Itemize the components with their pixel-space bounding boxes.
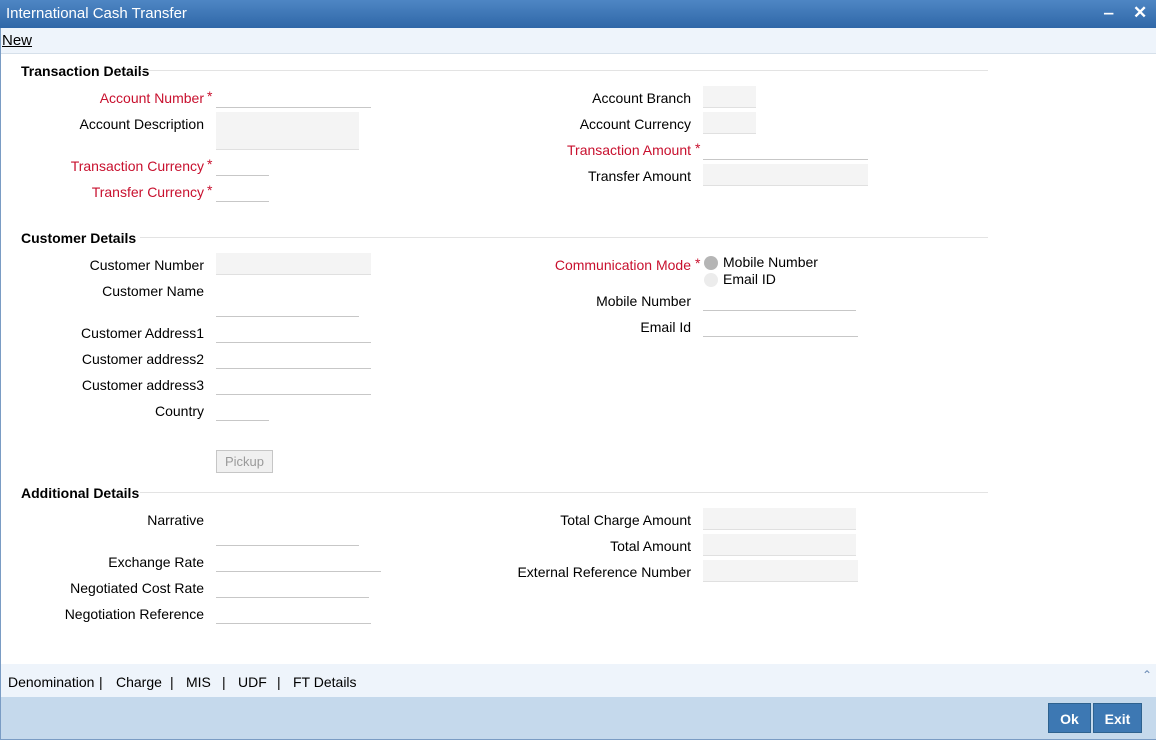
window-title: International Cash Transfer <box>6 5 187 22</box>
mobile-number-radio-label: Mobile Number <box>723 254 818 270</box>
required-marker: * <box>695 140 701 156</box>
account-number-label: Account Number <box>99 90 204 106</box>
mobile-number-radio[interactable] <box>704 256 718 270</box>
tab-charge[interactable]: Charge <box>116 674 162 690</box>
account-currency-field <box>703 112 756 134</box>
account-branch-field <box>703 86 756 108</box>
menu-bar: New <box>0 28 1156 54</box>
email-id-radio[interactable] <box>704 273 718 287</box>
account-description-label: Account Description <box>79 116 204 132</box>
required-marker: * <box>695 255 701 271</box>
new-link[interactable]: New <box>2 32 32 49</box>
total-charge-amount-field <box>703 508 856 530</box>
transaction-amount-input[interactable] <box>703 138 868 160</box>
required-marker: * <box>207 88 213 104</box>
tab-denomination[interactable]: Denomination <box>8 674 94 690</box>
transaction-amount-label: Transaction Amount <box>567 142 691 158</box>
account-description-field <box>216 112 359 150</box>
total-amount-label: Total Amount <box>610 538 691 554</box>
required-marker: * <box>207 156 213 172</box>
transfer-currency-label: Transfer Currency <box>91 184 204 200</box>
total-amount-field <box>703 534 856 556</box>
section-additional-details: Additional Details <box>21 485 140 501</box>
divider <box>140 492 988 493</box>
total-charge-amount-label: Total Charge Amount <box>560 512 691 528</box>
tab-ft-details[interactable]: FT Details <box>293 674 357 690</box>
tab-separator: | <box>222 674 226 690</box>
tab-bar: Denomination | Charge | MIS | UDF | FT D… <box>0 664 1156 697</box>
tab-mis[interactable]: MIS <box>186 674 211 690</box>
collapse-chevron-icon[interactable]: ⌃ <box>1142 668 1152 682</box>
account-branch-label: Account Branch <box>592 90 691 106</box>
window-titlebar: International Cash Transfer ‒ ✕ <box>0 0 1156 28</box>
email-id-radio-label: Email ID <box>723 271 776 287</box>
tab-separator: | <box>99 674 103 690</box>
tab-separator: | <box>277 674 281 690</box>
negotiated-cost-rate-input[interactable] <box>216 576 369 598</box>
ok-button[interactable]: Ok <box>1048 703 1091 733</box>
account-currency-label: Account Currency <box>579 116 691 132</box>
transfer-currency-input[interactable] <box>216 180 269 202</box>
customer-address1-label: Customer Address1 <box>81 325 204 341</box>
divider <box>140 237 988 238</box>
customer-name-input[interactable] <box>216 295 359 317</box>
close-icon[interactable]: ✕ <box>1133 3 1147 23</box>
pickup-button[interactable]: Pickup <box>216 450 273 473</box>
customer-address2-label: Customer address2 <box>81 351 204 367</box>
customer-address1-input[interactable] <box>216 321 371 343</box>
mobile-number-label: Mobile Number <box>596 293 691 309</box>
section-transaction-details: Transaction Details <box>21 63 150 79</box>
exchange-rate-label: Exchange Rate <box>108 554 204 570</box>
minimize-icon[interactable]: ‒ <box>1104 3 1113 23</box>
exit-button[interactable]: Exit <box>1093 703 1142 733</box>
external-reference-number-label: External Reference Number <box>517 564 691 580</box>
transfer-amount-label: Transfer Amount <box>588 168 691 184</box>
email-id-input[interactable] <box>703 315 858 337</box>
external-reference-number-field <box>703 560 858 582</box>
transaction-currency-input[interactable] <box>216 154 269 176</box>
customer-address2-input[interactable] <box>216 347 371 369</box>
footer-bar: Ok Exit <box>0 697 1156 740</box>
customer-address3-input[interactable] <box>216 373 371 395</box>
tab-udf[interactable]: UDF <box>238 674 267 690</box>
customer-name-label: Customer Name <box>102 283 204 299</box>
narrative-input[interactable] <box>216 524 359 546</box>
customer-number-field <box>216 253 371 275</box>
required-marker: * <box>207 182 213 198</box>
tab-separator: | <box>170 674 174 690</box>
exchange-rate-input[interactable] <box>216 550 381 572</box>
account-number-input[interactable] <box>216 86 371 108</box>
email-id-label: Email Id <box>640 319 691 335</box>
negotiation-reference-input[interactable] <box>216 602 371 624</box>
section-customer-details: Customer Details <box>21 230 137 246</box>
negotiation-reference-label: Negotiation Reference <box>64 606 204 622</box>
communication-mode-label: Communication Mode <box>554 257 691 273</box>
transaction-currency-label: Transaction Currency <box>70 158 204 174</box>
customer-address3-label: Customer address3 <box>81 377 204 393</box>
transfer-amount-field <box>703 164 868 186</box>
country-label: Country <box>154 403 204 419</box>
customer-number-label: Customer Number <box>89 257 204 273</box>
country-input[interactable] <box>216 399 269 421</box>
mobile-number-input[interactable] <box>703 289 856 311</box>
negotiated-cost-rate-label: Negotiated Cost Rate <box>70 580 204 596</box>
narrative-label: Narrative <box>147 512 204 528</box>
divider <box>140 70 988 71</box>
